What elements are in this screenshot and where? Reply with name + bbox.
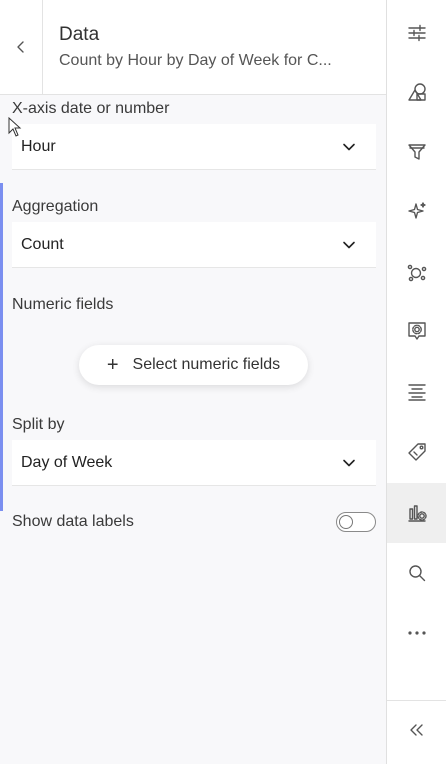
align-button[interactable] <box>387 362 446 422</box>
align-icon <box>408 384 426 401</box>
numeric-fields-label: Numeric fields <box>12 296 114 313</box>
cluster-icon <box>407 264 427 282</box>
more-button[interactable] <box>387 603 446 663</box>
xaxis-select[interactable]: Hour <box>12 124 376 170</box>
chart-settings-icon <box>408 505 427 522</box>
tag-edit-icon <box>408 443 426 461</box>
aggregation-select[interactable]: Count <box>12 222 376 268</box>
right-toolbar <box>386 0 446 764</box>
xaxis-value: Hour <box>21 137 56 155</box>
mouse-cursor-icon <box>8 117 22 137</box>
chevron-down-icon <box>343 143 355 150</box>
chart-settings-button[interactable] <box>387 483 446 543</box>
plus-icon: + <box>106 354 119 376</box>
split-by-select[interactable]: Day of Week <box>12 440 376 486</box>
panel-header: Data Count by Hour by Day of Week for C.… <box>0 0 386 95</box>
page-title: Data <box>59 24 100 45</box>
back-button[interactable] <box>0 0 43 94</box>
sliders-icon <box>408 24 426 42</box>
cluster-button[interactable] <box>387 242 446 302</box>
popup-settings-button[interactable] <box>387 301 446 361</box>
settings-popup-icon <box>408 322 426 340</box>
search-icon <box>409 565 426 582</box>
tag-edit-button[interactable] <box>387 422 446 482</box>
toggle-knob <box>339 514 353 529</box>
xaxis-label: X-axis date or number <box>12 100 170 117</box>
collapse-button[interactable] <box>387 700 446 760</box>
chevron-left-icon <box>17 41 24 53</box>
split-by-label: Split by <box>12 416 65 433</box>
aggregation-value: Count <box>21 235 64 253</box>
shapes-icon <box>408 83 426 101</box>
filter-button[interactable] <box>387 122 446 182</box>
select-numeric-fields-label: Select numeric fields <box>132 356 281 373</box>
filter-icon <box>408 144 426 160</box>
sliders-button[interactable] <box>387 3 446 63</box>
split-by-value: Day of Week <box>21 453 113 471</box>
shapes-button[interactable] <box>387 62 446 122</box>
sparkle-icon <box>408 202 426 219</box>
search-button[interactable] <box>387 543 446 603</box>
show-data-labels-toggle[interactable] <box>336 512 376 532</box>
show-data-labels-label: Show data labels <box>12 513 134 530</box>
page-subtitle: Count by Hour by Day of Week for C... <box>59 52 332 69</box>
collapse-icon <box>410 724 423 736</box>
data-panel: Data Count by Hour by Day of Week for C.… <box>0 0 386 764</box>
select-numeric-fields-button[interactable]: + Select numeric fields <box>79 345 308 385</box>
aggregation-label: Aggregation <box>12 198 99 215</box>
panel-accent-bar <box>0 183 3 511</box>
chevron-down-icon <box>343 241 355 248</box>
more-icon <box>408 631 426 635</box>
sparkle-button[interactable] <box>387 181 446 241</box>
chevron-down-icon <box>343 459 355 466</box>
